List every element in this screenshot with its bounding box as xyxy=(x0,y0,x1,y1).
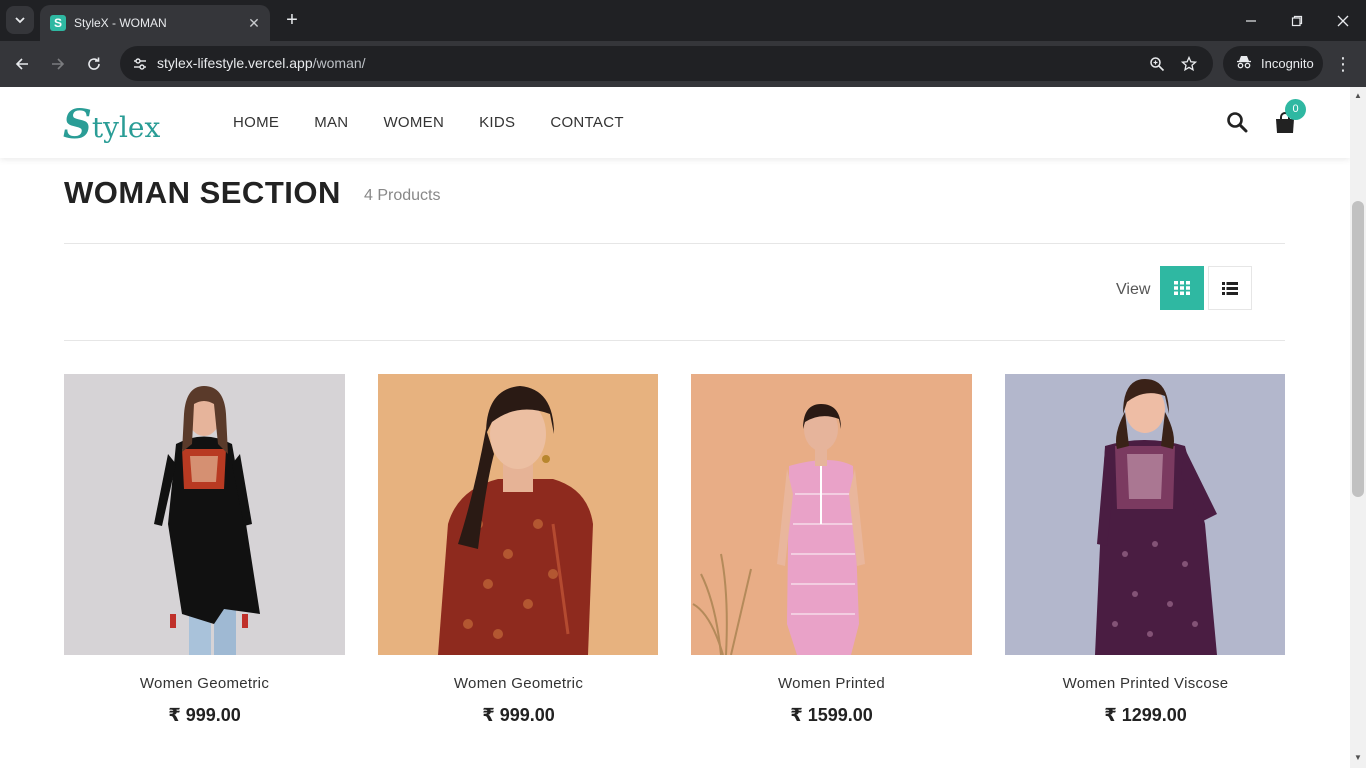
reload-button[interactable] xyxy=(80,50,108,78)
forward-button[interactable] xyxy=(44,50,72,78)
product-card[interactable]: Women Printed ₹ 1599.00 xyxy=(691,374,972,726)
product-price: ₹ 1299.00 xyxy=(1104,705,1187,725)
restore-icon xyxy=(1291,15,1303,26)
nav-women[interactable]: WOMEN xyxy=(383,114,444,131)
restore-button[interactable] xyxy=(1274,0,1320,41)
nav-home[interactable]: HOME xyxy=(233,114,279,131)
browser-menu-icon[interactable]: ⋮ xyxy=(1333,50,1353,78)
tab-close-icon[interactable]: ✕ xyxy=(244,15,264,32)
incognito-icon xyxy=(1235,55,1253,72)
product-price: ₹ 999.00 xyxy=(482,705,555,725)
arrow-right-icon xyxy=(52,58,65,70)
cart-count-badge: 0 xyxy=(1285,99,1306,120)
nav-man[interactable]: MAN xyxy=(314,114,348,131)
grid-icon xyxy=(1174,281,1190,295)
tab-search-button[interactable] xyxy=(6,6,34,34)
product-image[interactable] xyxy=(378,374,659,655)
product-count: 4 Products xyxy=(364,187,441,204)
page-title: WOMAN SECTION xyxy=(64,175,341,210)
product-card[interactable]: Women Geometric ₹ 999.00 xyxy=(378,374,659,726)
tab-title: StyleX - WOMAN xyxy=(74,16,167,30)
site-settings-icon[interactable] xyxy=(128,52,152,76)
product-image[interactable] xyxy=(1005,374,1286,655)
list-icon xyxy=(1222,281,1238,295)
divider xyxy=(64,243,1285,244)
product-card[interactable]: Women Geometric ₹ 999.00 xyxy=(64,374,345,726)
incognito-label: Incognito xyxy=(1261,56,1314,71)
stylex-logo[interactable]: Stylex xyxy=(63,101,183,148)
site-header: Stylex HOME MAN WOMEN KIDS CONTACT 0 xyxy=(0,87,1350,158)
grid-view-button[interactable] xyxy=(1160,266,1204,310)
list-view-button[interactable] xyxy=(1208,266,1252,310)
product-image[interactable] xyxy=(64,374,345,655)
scrollbar-thumb[interactable] xyxy=(1352,201,1364,497)
close-window-button[interactable] xyxy=(1320,0,1366,41)
nav-kids[interactable]: KIDS xyxy=(479,114,515,131)
nav-contact[interactable]: CONTACT xyxy=(550,114,623,131)
bookmark-star-icon[interactable] xyxy=(1178,53,1200,75)
browser-tab-bar: S StyleX - WOMAN ✕ + xyxy=(0,0,1366,41)
url-path: /woman/ xyxy=(312,55,366,71)
minimize-button[interactable] xyxy=(1228,0,1274,41)
search-icon[interactable] xyxy=(1226,111,1248,135)
minimize-icon xyxy=(1246,19,1256,22)
browser-tab-active[interactable]: S StyleX - WOMAN ✕ xyxy=(40,5,270,41)
address-bar[interactable]: stylex-lifestyle.vercel.app/woman/ xyxy=(120,46,1213,81)
product-card[interactable]: Women Printed Viscose ₹ 1299.00 xyxy=(1005,374,1286,726)
browser-toolbar: stylex-lifestyle.vercel.app/woman/ Incog… xyxy=(0,41,1366,87)
logo-text: tylex xyxy=(91,111,161,144)
zoom-icon[interactable] xyxy=(1146,53,1168,75)
new-tab-button[interactable]: + xyxy=(281,9,303,31)
scroll-down-icon[interactable]: ▼ xyxy=(1350,751,1366,765)
url-host: stylex-lifestyle.vercel.app xyxy=(157,55,313,71)
arrow-left-icon xyxy=(15,58,28,70)
url-text: stylex-lifestyle.vercel.app/woman/ xyxy=(157,55,366,71)
page-viewport: Stylex HOME MAN WOMEN KIDS CONTACT 0 WOM… xyxy=(0,87,1350,768)
product-price: ₹ 1599.00 xyxy=(790,705,873,725)
product-name[interactable]: Women Printed xyxy=(691,675,972,692)
product-name[interactable]: Women Geometric xyxy=(64,675,345,692)
page-scrollbar[interactable]: ▲ ▼ xyxy=(1350,87,1366,768)
back-button[interactable] xyxy=(8,50,36,78)
site-favicon-icon: S xyxy=(50,15,66,31)
incognito-indicator[interactable]: Incognito xyxy=(1223,46,1323,81)
product-price: ₹ 999.00 xyxy=(168,705,241,725)
logo-initial: S xyxy=(63,101,92,148)
view-label: View xyxy=(1116,281,1151,298)
product-name[interactable]: Women Printed Viscose xyxy=(1005,675,1286,692)
reload-icon xyxy=(88,57,100,70)
divider xyxy=(64,340,1285,341)
close-icon xyxy=(1337,15,1349,26)
chevron-down-icon xyxy=(15,17,25,24)
product-image[interactable] xyxy=(691,374,972,655)
scroll-up-icon[interactable]: ▲ xyxy=(1350,89,1366,103)
main-nav: HOME MAN WOMEN KIDS CONTACT xyxy=(233,114,659,131)
product-name[interactable]: Women Geometric xyxy=(378,675,659,692)
